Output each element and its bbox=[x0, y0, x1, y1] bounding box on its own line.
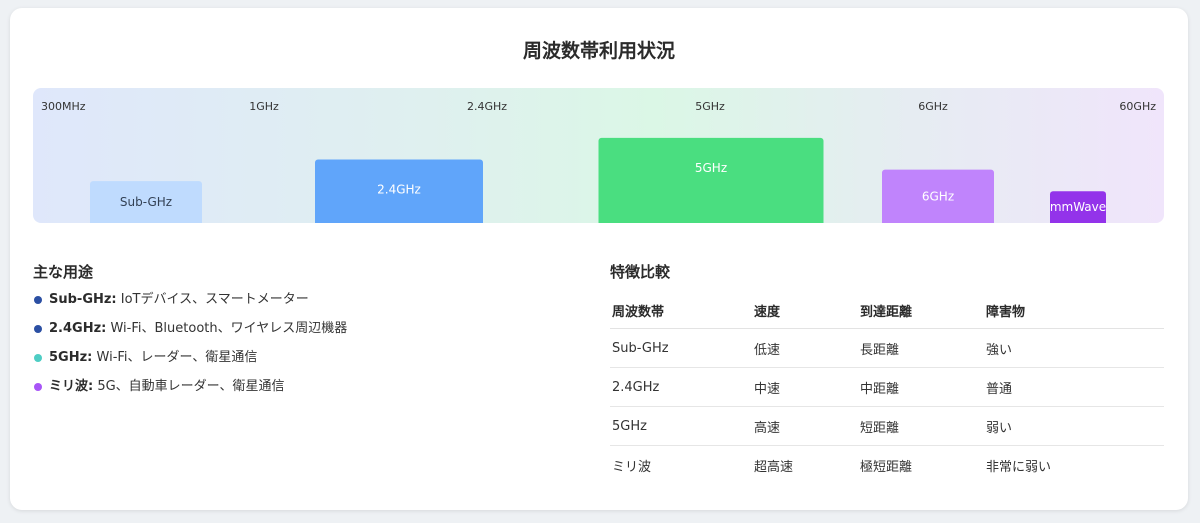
use-description: Wi-Fi、Bluetooth、ワイヤレス周辺機器 bbox=[106, 321, 348, 336]
band-bar-5ghz bbox=[598, 137, 824, 223]
bullet-dot-icon bbox=[34, 296, 42, 304]
table-row: ミリ波 超高速 極短距離 非常に弱い bbox=[610, 446, 1164, 485]
axis-tick-label: 6GHz bbox=[918, 100, 948, 113]
table-cell: 中速 bbox=[752, 367, 858, 407]
axis-tick-label: 5GHz bbox=[695, 100, 725, 113]
table-cell: 低速 bbox=[752, 328, 858, 368]
axis-tick-label: 2.4GHz bbox=[467, 100, 507, 113]
table-cell: 超高速 bbox=[754, 459, 794, 475]
band-bar-label: Sub-GHz bbox=[120, 195, 172, 209]
uses-heading: 主な用途 bbox=[33, 263, 94, 281]
use-band-label: Sub-GHz: bbox=[49, 292, 117, 307]
column-header-speed: 速度 bbox=[752, 292, 858, 329]
spectrum-card: 周波数帯利用状況 300MHz 1GHz 2.4GHz 5GHz 6GHz 60GHz Su… bbox=[10, 8, 1188, 510]
table-cell: 5GHz bbox=[610, 406, 752, 446]
bullet-dot-icon bbox=[34, 383, 42, 391]
table-cell: 極短距離 bbox=[860, 459, 913, 475]
use-description: IoTデバイス、スマートメーター bbox=[116, 292, 309, 307]
spectrum-chart: 300MHz 1GHz 2.4GHz 5GHz 6GHz 60GHz Sub-GHz 2.4G… bbox=[33, 88, 1164, 223]
table-cell: 普通 bbox=[984, 367, 1164, 407]
bullet-dot-icon bbox=[34, 354, 42, 362]
use-description: Wi-Fi、レーダー、衛星通信 bbox=[92, 350, 258, 365]
use-item-mmwave: ミリ波: 5G、自動車レーダー、衛星通信 bbox=[33, 376, 573, 405]
bullet-dot-icon bbox=[34, 325, 42, 333]
table-cell: 中距離 bbox=[858, 367, 984, 407]
table-cell: 高速 bbox=[752, 406, 858, 446]
table-cell: ミリ波 bbox=[612, 459, 652, 475]
comparison-heading: 特徴比較 bbox=[610, 263, 671, 281]
use-item-sub-ghz: Sub-GHz: IoTデバイス、スマートメーター bbox=[33, 289, 573, 318]
table-cell: 長距離 bbox=[858, 328, 984, 368]
use-item-5ghz: 5GHz: Wi-Fi、レーダー、衛星通信 bbox=[33, 347, 573, 376]
table-cell: Sub-GHz bbox=[610, 328, 752, 368]
page-title: 周波数帯利用状況 bbox=[522, 40, 675, 62]
use-band-label: 2.4GHz: bbox=[49, 321, 107, 336]
table-row: 5GHz 高速 短距離 弱い bbox=[610, 406, 1164, 446]
table-cell: 非常に弱い bbox=[986, 459, 1052, 475]
spectrum-chart-svg: 300MHz 1GHz 2.4GHz 5GHz 6GHz 60GHz Sub-GHz 2.4G… bbox=[41, 100, 1156, 223]
table-cell: 短距離 bbox=[858, 406, 984, 446]
table-row: 2.4GHz 中速 中距離 普通 bbox=[610, 367, 1164, 407]
axis-tick-label: 1GHz bbox=[249, 100, 279, 113]
band-bar-label: mmWave bbox=[1050, 200, 1106, 214]
table-cell: 弱い bbox=[984, 406, 1164, 446]
column-header-range: 到達距離 bbox=[858, 292, 984, 329]
uses-list: Sub-GHz: IoTデバイス、スマートメーター 2.4GHz: Wi-Fi、… bbox=[33, 289, 573, 405]
use-band-label: 5GHz: bbox=[49, 350, 93, 365]
table-row: Sub-GHz 低速 長距離 強い bbox=[610, 328, 1164, 368]
table-cell: 2.4GHz bbox=[610, 367, 752, 407]
band-bar-label: 5GHz bbox=[695, 161, 727, 175]
band-bar-label: 2.4GHz bbox=[377, 183, 421, 197]
table-header-row: 周波数帯 速度 到達距離 障害物 bbox=[610, 292, 1164, 329]
column-header-band: 周波数帯 bbox=[610, 292, 752, 329]
column-header-obstacles: 障害物 bbox=[984, 292, 1164, 329]
axis-tick-label: 300MHz bbox=[41, 100, 86, 113]
use-description: 5G、自動車レーダー、衛星通信 bbox=[93, 379, 285, 394]
use-item-2-4ghz: 2.4GHz: Wi-Fi、Bluetooth、ワイヤレス周辺機器 bbox=[33, 318, 573, 347]
band-bar-label: 6GHz bbox=[922, 189, 954, 203]
comparison-table: 周波数帯 速度 到達距離 障害物 Sub-GHz 低速 長距離 強い 2.4GH… bbox=[610, 292, 1164, 484]
use-band-label: ミリ波: bbox=[49, 379, 94, 394]
table-cell: 強い bbox=[984, 328, 1164, 368]
axis-tick-label: 60GHz bbox=[1119, 100, 1156, 113]
